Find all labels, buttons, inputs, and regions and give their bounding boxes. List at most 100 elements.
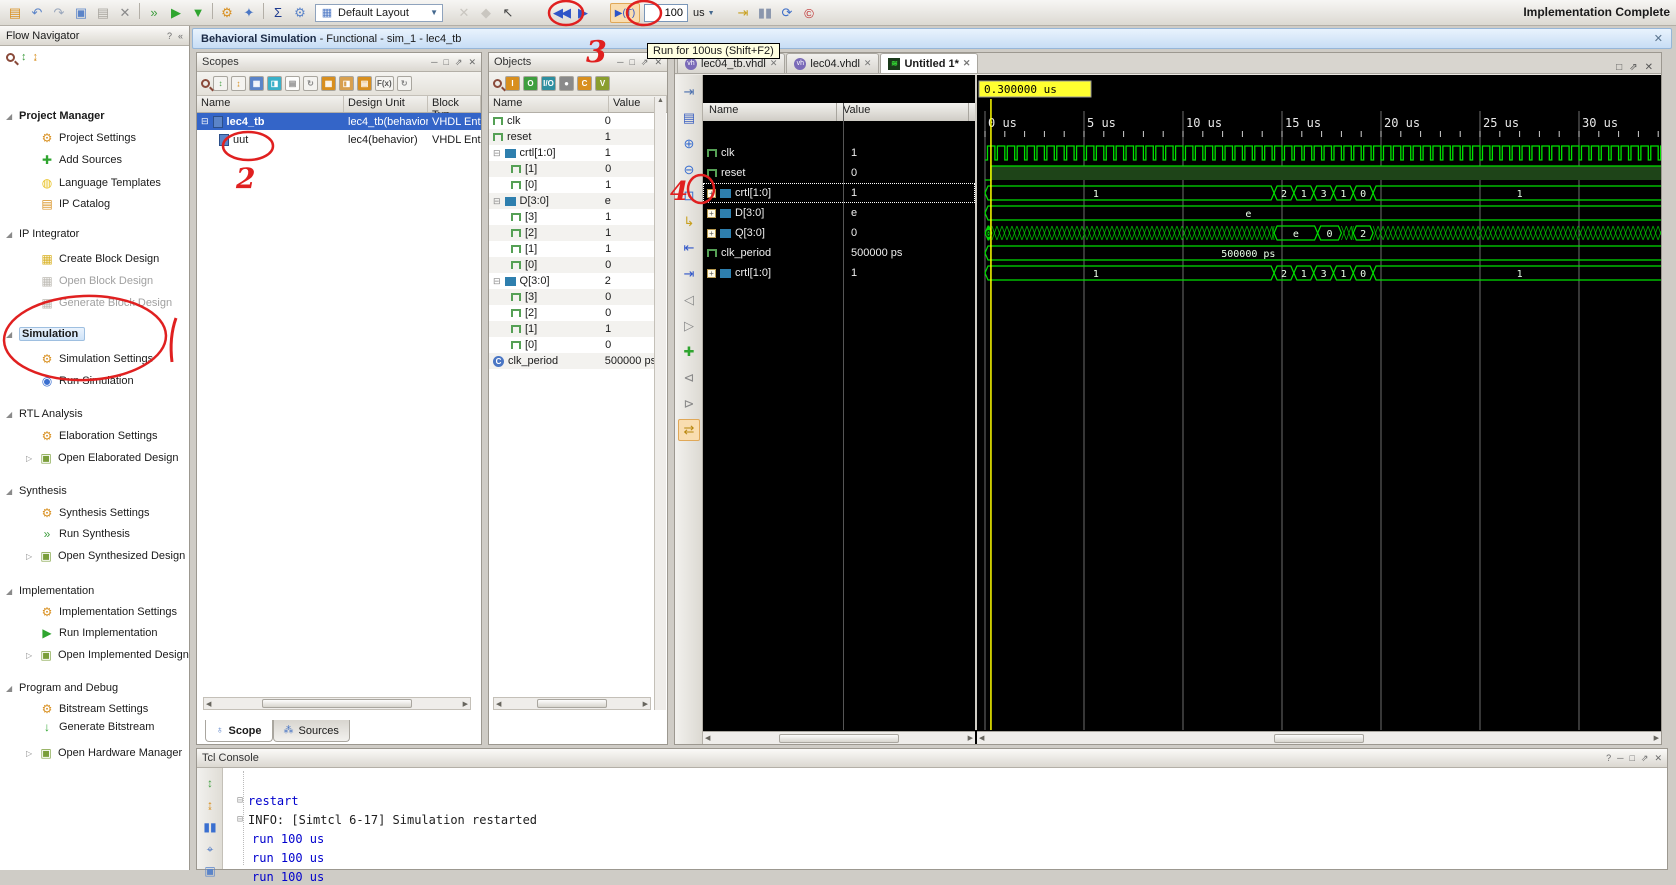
doc-filter2-icon[interactable]: ▤ — [357, 76, 372, 91]
doc-filter-icon[interactable]: ▤ — [285, 76, 300, 91]
sidebar-item-language-templates[interactable]: ◍ Language Templates — [40, 173, 161, 193]
sidebar-item-run-implementation[interactable]: ▶ Run Implementation — [40, 623, 157, 643]
sidebar-item-create-block-design[interactable]: ▦ Create Block Design — [40, 249, 159, 269]
search-icon[interactable] — [493, 79, 502, 88]
wave-signal-row-Q30[interactable]: + Q[3:0] 0 — [703, 223, 975, 243]
run-for-time-icon[interactable]: ▶(T) — [610, 3, 640, 23]
disabled-probe-icon[interactable]: ✕ — [453, 3, 475, 23]
redo-icon[interactable]: ↷ — [48, 3, 70, 23]
next-transition-icon[interactable]: ▷ — [678, 315, 700, 337]
reload-icon[interactable]: ↻ — [303, 76, 318, 91]
copy-icon[interactable]: ▣ — [70, 3, 92, 23]
scroll-left-icon[interactable]: ◀ — [206, 700, 211, 708]
column-header-block-typ[interactable]: Block Typ — [428, 96, 481, 121]
sidebar-item-bitstream-settings[interactable]: ⚙ Bitstream Settings — [40, 699, 149, 719]
wave-signal-row-crtl10[interactable]: + crtl[1:0] 1 — [703, 183, 975, 203]
collapse-all-icon[interactable]: ↨ — [231, 76, 246, 91]
tab-untitled-1-[interactable]: ≋ Untitled 1* ✕ — [880, 53, 979, 73]
scroll-left-icon[interactable]: ◀ — [496, 700, 501, 708]
sidebar-section-rtl-analysis[interactable]: ◢ RTL Analysis — [6, 404, 83, 424]
maximize-icon[interactable]: □ — [443, 57, 448, 68]
sidebar-section-program-and-debug[interactable]: ◢ Program and Debug — [6, 678, 118, 698]
scope-row-lec4_tb[interactable]: ⊟ lec4_tb lec4_tb(behavior) VHDL Entity — [197, 113, 481, 130]
objects-hscrollbar[interactable]: ◀ ▶ — [493, 697, 651, 710]
delete-icon[interactable]: ✕ — [114, 3, 136, 23]
sum-icon[interactable]: Σ — [267, 3, 289, 23]
collapse-marker-icon[interactable]: ⊟ — [237, 795, 243, 806]
prev-transition-icon[interactable]: ◁ — [678, 289, 700, 311]
object-row-2[interactable]: [2] 0 — [489, 305, 655, 321]
object-row-0[interactable]: [0] 0 — [489, 337, 655, 353]
add-marker-icon[interactable]: ✚ — [678, 341, 700, 363]
object-row-D30[interactable]: ⊟ D[3:0] e — [489, 193, 655, 209]
layout-combo[interactable]: ▦ Default Layout ▼ — [315, 3, 443, 22]
sidebar-item-open-synthesized-design[interactable]: ▷ ▣ Open Synthesized Design — [26, 546, 185, 566]
column-header-name[interactable]: Name — [197, 96, 344, 112]
help-icon[interactable]: © — [798, 3, 820, 23]
sidebar-item-ip-catalog[interactable]: ▤ IP Catalog — [40, 194, 110, 214]
float-icon[interactable]: ⇗ — [1641, 753, 1649, 764]
run-time-input[interactable] — [644, 4, 688, 22]
zoom-in-icon[interactable]: ⊕ — [678, 133, 700, 155]
item-expander-icon[interactable]: ▷ — [26, 552, 34, 561]
collapse-all-icon[interactable]: ↨ — [201, 796, 219, 814]
select-cursor-icon[interactable]: ↖ — [497, 3, 519, 23]
sidebar-item-run-simulation[interactable]: ◉ Run Simulation — [40, 371, 134, 391]
collapse-marker-icon[interactable]: ⊟ — [237, 814, 243, 825]
minimize-icon[interactable]: ─ — [1617, 753, 1623, 764]
waveform-canvas[interactable]: 0 us 5 us 10 us 15 us 20 us 25 us 30 us 1 2 1 3 1 0 1… — [977, 75, 1661, 730]
fx-filter-icon[interactable]: F(x) — [375, 76, 394, 91]
run-icon[interactable]: ▶ — [165, 3, 187, 23]
expand-all-icon[interactable]: ↕ — [213, 76, 228, 91]
object-row-clk_period[interactable]: Cclk_period 500000 ps — [489, 353, 655, 369]
pause-icon[interactable]: ▮▮ — [754, 3, 776, 23]
disabled-diamond-icon[interactable]: ◆ — [475, 3, 497, 23]
sidebar-section-synthesis[interactable]: ◢ Synthesis — [6, 481, 67, 501]
scope-row-uut[interactable]: uut lec4(behavior) VHDL Entity — [197, 131, 481, 148]
run-all-icon[interactable]: ▶ — [572, 3, 594, 23]
search-icon[interactable] — [6, 52, 15, 62]
tools-icon[interactable]: ✦ — [238, 3, 260, 23]
sidebar-item-add-sources[interactable]: ✚ Add Sources — [40, 150, 122, 170]
undo-icon[interactable]: ↶ — [26, 3, 48, 23]
object-row-3[interactable]: [3] 0 — [489, 289, 655, 305]
generate-memory-icon[interactable]: ▼ — [187, 3, 209, 23]
output-filter-icon[interactable]: O — [523, 76, 538, 91]
close-icon[interactable]: ✕ — [1654, 32, 1663, 45]
tree-expander-icon[interactable]: ⊟ — [493, 276, 501, 287]
help-icon[interactable]: ? — [1606, 753, 1611, 764]
wave-signal-row-crtl10[interactable]: + crtl[1:0] 1 — [703, 263, 975, 283]
maximize-icon[interactable]: □ — [629, 57, 634, 68]
sidebar-item-open-implemented-design[interactable]: ▷ ▣ Open Implemented Design — [26, 645, 189, 665]
sidebar-item-elaboration-settings[interactable]: ⚙ Elaboration Settings — [40, 426, 158, 446]
zoom-fit-icon[interactable]: ⊡ — [678, 185, 700, 207]
wave-signal-row-clk[interactable]: clk 1 — [703, 143, 975, 163]
scroll-up-icon[interactable]: ▲ — [655, 97, 666, 104]
wave-signal-row-clk_period[interactable]: clk_period 500000 ps — [703, 243, 975, 263]
reload2-icon[interactable]: ↻ — [396, 76, 412, 91]
collapse-all-icon[interactable]: ↨ — [33, 51, 39, 63]
wave-name-hscrollbar[interactable]: ◀ ▶ — [703, 731, 975, 744]
tab-lec04-vhdl[interactable]: vh lec04.vhdl ✕ — [786, 53, 880, 73]
sidebar-item-generate-bitstream[interactable]: ↓ Generate Bitstream — [40, 717, 154, 737]
scroll-right-icon[interactable]: ▶ — [1654, 734, 1659, 742]
close-icon[interactable]: ✕ — [1654, 753, 1662, 764]
prev-marker-icon[interactable]: ⊲ — [678, 367, 700, 389]
object-row-1[interactable]: [1] 1 — [489, 241, 655, 257]
pause-output-icon[interactable]: ▮▮ — [201, 818, 219, 836]
internal-filter-icon[interactable]: ● — [559, 76, 574, 91]
step-icon[interactable]: ⇥ — [732, 3, 754, 23]
chip-filter2-icon[interactable]: ▦ — [321, 76, 336, 91]
sidebar-section-ip-integrator[interactable]: ◢ IP Integrator — [6, 224, 79, 244]
tab-scope[interactable]: ♁ Scope — [205, 720, 273, 742]
sidebar-item-implementation-settings[interactable]: ⚙ Implementation Settings — [40, 602, 177, 622]
scroll-right-icon[interactable]: ▶ — [643, 700, 648, 708]
sidebar-section-implementation[interactable]: ◢ Implementation — [6, 581, 94, 601]
save-waveform-icon[interactable]: ▤ — [678, 107, 700, 129]
swap-cursors-icon[interactable]: ⇄ — [678, 419, 700, 441]
object-row-Q30[interactable]: ⊟ Q[3:0] 2 — [489, 273, 655, 289]
next-marker-icon[interactable]: ⊳ — [678, 393, 700, 415]
object-row-2[interactable]: [2] 1 — [489, 225, 655, 241]
scroll-left-icon[interactable]: ◀ — [979, 734, 984, 742]
time-unit-combo[interactable]: us ▼ — [690, 4, 722, 22]
